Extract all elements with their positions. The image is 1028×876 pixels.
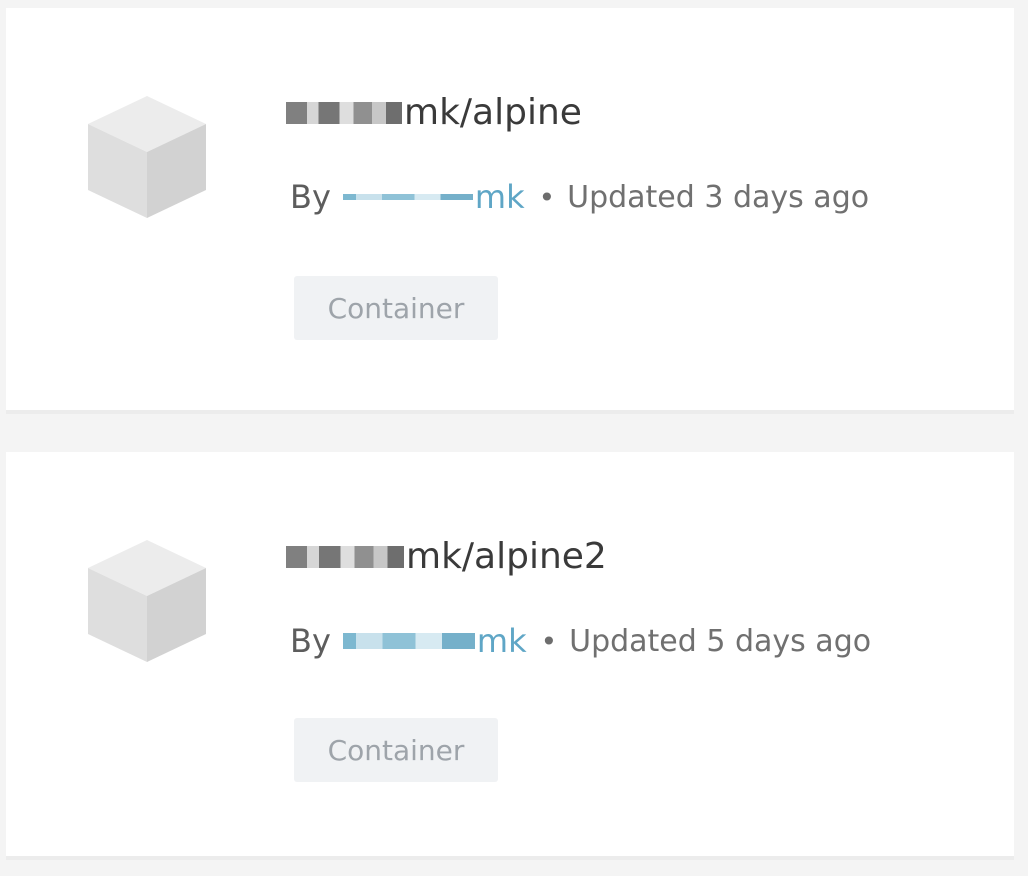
redacted-text [286, 101, 402, 124]
separator-dot: • [538, 180, 556, 214]
repository-name-suffix: mk/alpine2 [406, 536, 607, 577]
by-label: By [290, 178, 331, 216]
cube-icon [88, 540, 206, 662]
owner-link[interactable]: mk [342, 178, 525, 216]
redacted-text [342, 633, 475, 649]
owner-suffix: mk [476, 622, 527, 660]
cube-icon [88, 96, 206, 218]
repository-byline: By mk • Updated 3 days ago [290, 178, 869, 216]
repository-name[interactable]: mk/alpine [286, 92, 582, 133]
container-badge: Container [294, 276, 498, 340]
repository-name-suffix: mk/alpine [404, 92, 582, 133]
owner-link[interactable]: mk [342, 622, 527, 660]
repository-card[interactable]: mk/alpine By mk • Updated 3 days ago Con… [6, 8, 1014, 414]
repository-list: mk/alpine By mk • Updated 3 days ago Con… [0, 0, 1028, 876]
updated-time: Updated 5 days ago [569, 623, 872, 659]
by-label: By [290, 622, 331, 660]
separator-dot: • [540, 624, 558, 658]
repository-byline: By mk • Updated 5 days ago [290, 622, 871, 660]
repository-name[interactable]: mk/alpine2 [286, 536, 607, 577]
container-badge: Container [294, 718, 498, 782]
redacted-text [342, 194, 473, 200]
repository-card[interactable]: mk/alpine2 By mk • Updated 5 days ago Co… [6, 452, 1014, 860]
redacted-text [286, 545, 404, 568]
updated-time: Updated 3 days ago [567, 179, 870, 215]
owner-suffix: mk [474, 178, 525, 216]
